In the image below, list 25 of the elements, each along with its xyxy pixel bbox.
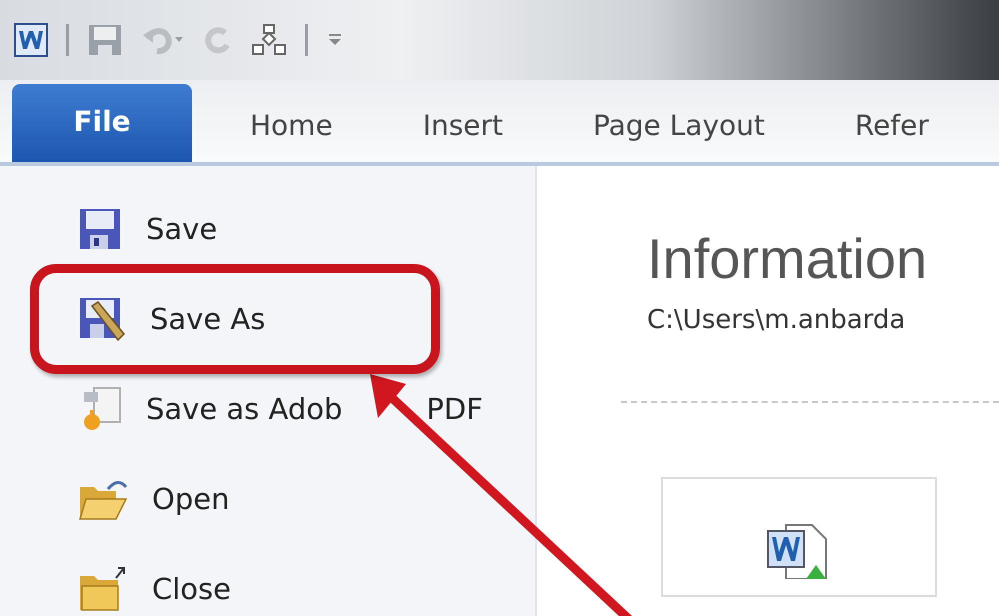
menu-item[interactable]: Save (0, 184, 535, 274)
word-logo-icon[interactable] (14, 23, 48, 57)
menu-item-label: PDF (426, 392, 483, 426)
closed-folder-icon (78, 566, 128, 612)
ribbon-tab[interactable]: Page Layout (593, 109, 765, 162)
menu-item-label: Open (152, 482, 230, 516)
diagram-icon[interactable] (251, 23, 287, 57)
ribbon-tab[interactable]: Refer (854, 109, 929, 162)
menu-item[interactable]: Save as Adob PDF (0, 364, 535, 454)
ribbon-tab[interactable]: Insert (422, 109, 503, 162)
save-icon[interactable] (87, 23, 123, 57)
menu-item-label: Close (152, 572, 231, 606)
menu-item-label: Save (146, 212, 218, 246)
ribbon-tab[interactable]: Home (250, 109, 333, 162)
floppy-pencil-icon (78, 296, 126, 342)
file-tab[interactable]: File (12, 84, 192, 162)
undo-icon[interactable] (141, 25, 185, 55)
menu-item[interactable]: Close (0, 544, 535, 616)
menu-item[interactable]: Open (0, 454, 535, 544)
menu-item[interactable]: Save As (0, 274, 535, 364)
menu-item-label: Save as Adob (146, 392, 342, 426)
menu-item-label: Save As (150, 302, 266, 336)
action-card[interactable] (661, 477, 937, 597)
info-title: Information (647, 226, 928, 291)
file-path: C:\Users\m.anbarda (647, 305, 906, 335)
